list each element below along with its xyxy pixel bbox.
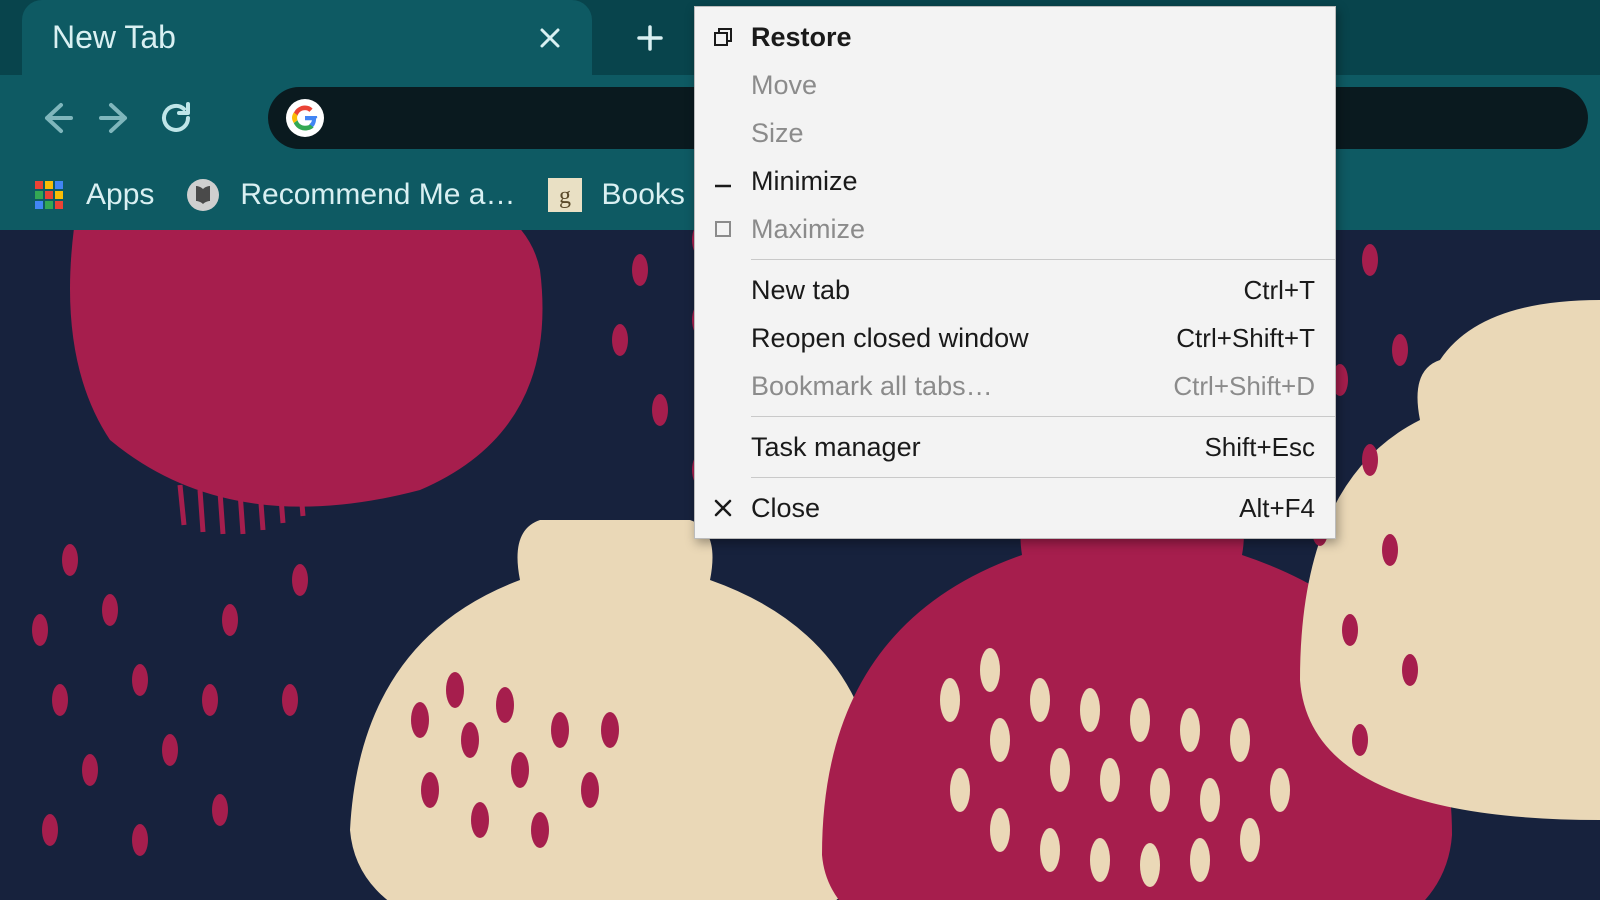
menu-item-maximize: Maximize [695,205,1335,253]
menu-item-shortcut: Ctrl+Shift+T [1176,323,1315,354]
menu-item-shortcut: Ctrl+T [1244,275,1316,306]
minimize-icon [695,171,751,191]
svg-text:g: g [559,183,571,209]
menu-item-label: Size [751,118,1315,149]
menu-item-label: Close [751,493,1239,524]
google-icon [286,99,324,137]
menu-item-restore[interactable]: Restore [695,13,1335,61]
menu-separator [751,259,1335,260]
menu-item-new-tab[interactable]: New tab Ctrl+T [695,266,1335,314]
menu-item-label: Move [751,70,1315,101]
menu-item-reopen-closed[interactable]: Reopen closed window Ctrl+Shift+T [695,314,1335,362]
apps-icon [30,176,68,214]
bookmark-recommend[interactable]: Recommend Me a… [184,176,515,214]
menu-item-label: Task manager [751,432,1204,463]
tab-close-icon[interactable] [536,24,564,52]
menu-item-label: Minimize [751,166,1315,197]
back-button[interactable] [26,88,86,148]
new-tab-button[interactable] [630,18,670,58]
window-system-menu: Restore Move Size Minimize Maximize New … [694,6,1336,539]
restore-icon [695,27,751,47]
menu-item-label: Bookmark all tabs… [751,371,1173,402]
goodreads-icon: g [546,176,584,214]
menu-item-label: Reopen closed window [751,323,1176,354]
menu-separator [751,477,1335,478]
menu-item-close[interactable]: Close Alt+F4 [695,484,1335,532]
menu-item-shortcut: Shift+Esc [1204,432,1315,463]
tab-title: New Tab [52,19,176,56]
close-icon [695,499,751,517]
book-stack-icon [184,176,222,214]
bookmark-label: Recommend Me a… [240,178,515,212]
menu-item-label: New tab [751,275,1244,306]
bookmark-books[interactable]: g Books [546,176,685,214]
menu-item-label: Maximize [751,214,1315,245]
bookmark-label: Books [602,178,685,212]
menu-item-size: Size [695,109,1335,157]
bookmark-apps[interactable]: Apps [30,176,154,214]
menu-item-shortcut: Alt+F4 [1239,493,1315,524]
browser-tab[interactable]: New Tab [22,0,592,75]
forward-button[interactable] [86,88,146,148]
menu-item-shortcut: Ctrl+Shift+D [1173,371,1315,402]
bookmark-label: Apps [86,178,154,212]
menu-item-bookmark-all: Bookmark all tabs… Ctrl+Shift+D [695,362,1335,410]
menu-item-move: Move [695,61,1335,109]
menu-item-task-manager[interactable]: Task manager Shift+Esc [695,423,1335,471]
menu-separator [751,416,1335,417]
maximize-icon [695,219,751,239]
reload-button[interactable] [146,88,206,148]
menu-item-label: Restore [751,22,1315,53]
menu-item-minimize[interactable]: Minimize [695,157,1335,205]
